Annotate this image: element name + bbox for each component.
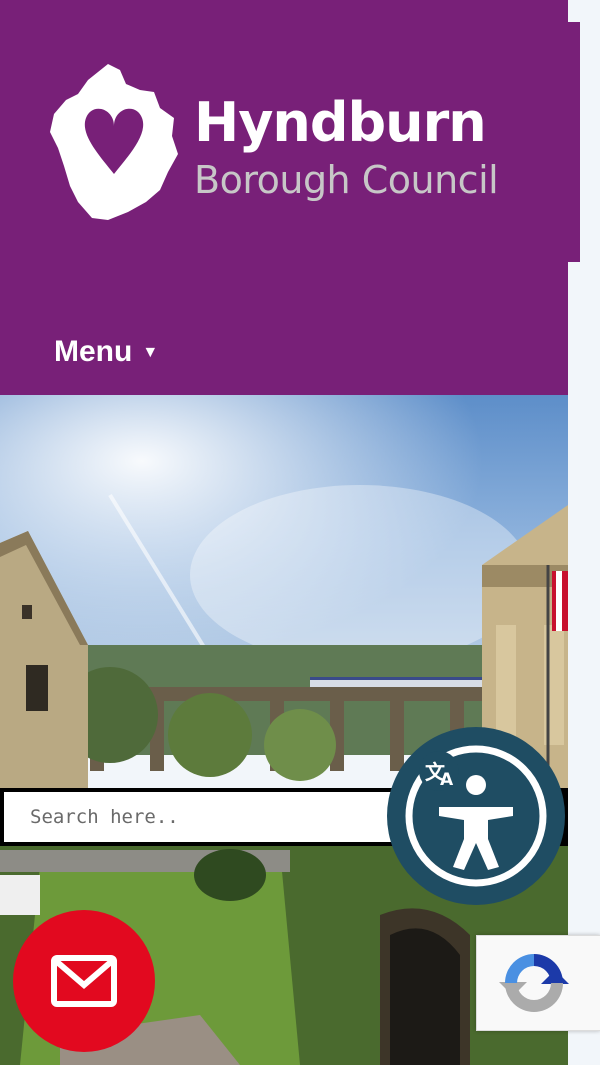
- site-header: Hyndburn Borough Council Menu ▼: [0, 0, 568, 395]
- council-logo[interactable]: Hyndburn Borough Council: [48, 62, 568, 227]
- menu-label: Menu: [54, 335, 133, 368]
- accessibility-translate-icon: 文 A: [405, 745, 547, 887]
- accessibility-button[interactable]: 文 A: [387, 727, 565, 905]
- recaptcha-badge[interactable]: [476, 935, 600, 1031]
- recaptcha-logo-icon: [499, 954, 569, 1012]
- logo-subtitle: Borough Council: [194, 158, 499, 202]
- header-edge: [568, 22, 580, 262]
- logo-title: Hyndburn: [194, 91, 487, 154]
- heart-logo-icon: [50, 64, 178, 220]
- svg-text:A: A: [440, 770, 454, 790]
- search-input[interactable]: [4, 792, 404, 842]
- menu-button[interactable]: Menu ▼: [54, 330, 158, 374]
- caret-down-icon: ▼: [142, 344, 159, 361]
- contact-mail-button[interactable]: [13, 910, 155, 1052]
- envelope-icon: [51, 955, 117, 1007]
